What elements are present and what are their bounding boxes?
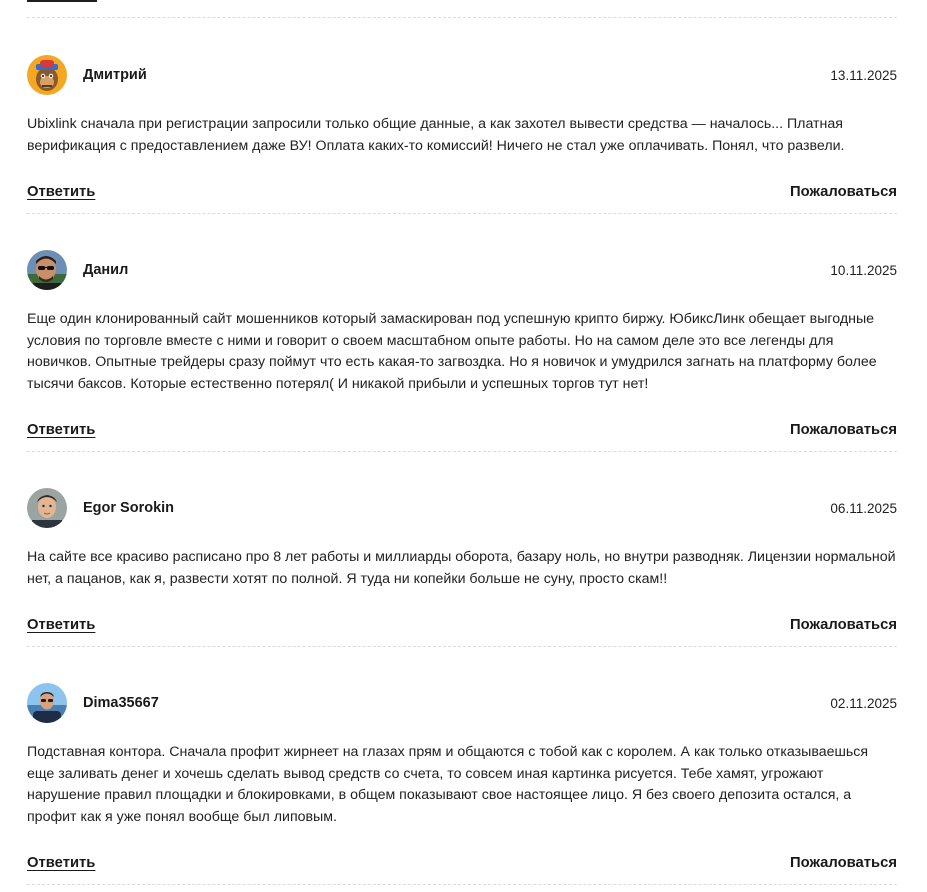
young-man-photo-avatar-icon — [27, 488, 67, 528]
review-item: Dima35667 02.11.2025 Подставная контора.… — [27, 647, 897, 885]
review-date: 02.11.2025 — [830, 695, 897, 711]
man-sunglasses-photo-avatar-icon — [27, 250, 67, 290]
review-date: 10.11.2025 — [830, 262, 897, 278]
reply-link[interactable]: Ответить — [27, 855, 95, 871]
review-text: На сайте все красиво расписано про 8 лет… — [27, 549, 896, 587]
author-name: Данил — [83, 262, 129, 278]
review-actions: Ответить Пожаловаться — [27, 184, 897, 200]
man-outdoors-photo-avatar-icon — [27, 683, 67, 723]
review-actions: Ответить Пожаловаться — [27, 855, 897, 871]
review-text: Еще один клонированный сайт мошенников к… — [27, 311, 877, 392]
reviews-page: Дмитрий 13.11.2025 Ubixlink сначала при … — [0, 0, 927, 892]
review-actions: Ответить Пожаловаться — [27, 617, 897, 633]
cartoon-ape-avatar-icon — [27, 55, 67, 95]
author-name: Egor Sorokin — [83, 500, 175, 516]
reply-link[interactable]: Ответить — [27, 422, 95, 438]
review-author: Данил — [27, 250, 128, 290]
review-item: Дмитрий 13.11.2025 Ubixlink сначала при … — [27, 18, 897, 214]
report-link[interactable]: Пожаловаться — [790, 855, 897, 871]
divider — [27, 884, 897, 885]
reply-link[interactable]: Ответить — [27, 617, 95, 633]
review-header: Egor Sorokin 06.11.2025 — [27, 488, 897, 528]
review-date: 13.11.2025 — [830, 67, 897, 83]
review-item: Egor Sorokin 06.11.2025 На сайте все кра… — [27, 452, 897, 647]
report-link[interactable]: Пожаловаться — [790, 422, 897, 438]
review-item: Данил 10.11.2025 Еще один клонированный … — [27, 214, 897, 452]
report-link[interactable]: Пожаловаться — [790, 184, 897, 200]
review-text: Ubixlink сначала при регистрации запроси… — [27, 116, 845, 154]
review-date: 06.11.2025 — [830, 500, 897, 516]
report-link[interactable]: Пожаловаться — [790, 617, 897, 633]
review-actions: Ответить Пожаловаться — [27, 422, 897, 438]
review-header: Дмитрий 13.11.2025 — [27, 55, 897, 95]
review-author: Dima35667 — [27, 683, 159, 723]
review-author: Дмитрий — [27, 55, 147, 95]
author-name: Дмитрий — [83, 67, 147, 83]
review-header: Данил 10.11.2025 — [27, 250, 897, 290]
review-author: Egor Sorokin — [27, 488, 174, 528]
author-name: Dima35667 — [83, 695, 159, 711]
review-header: Dima35667 02.11.2025 — [27, 683, 897, 723]
reviews-list: Дмитрий 13.11.2025 Ubixlink сначала при … — [27, 0, 897, 885]
reply-link[interactable]: Ответить — [27, 184, 95, 200]
review-text: Подставная контора. Сначала профит жирне… — [27, 744, 869, 825]
